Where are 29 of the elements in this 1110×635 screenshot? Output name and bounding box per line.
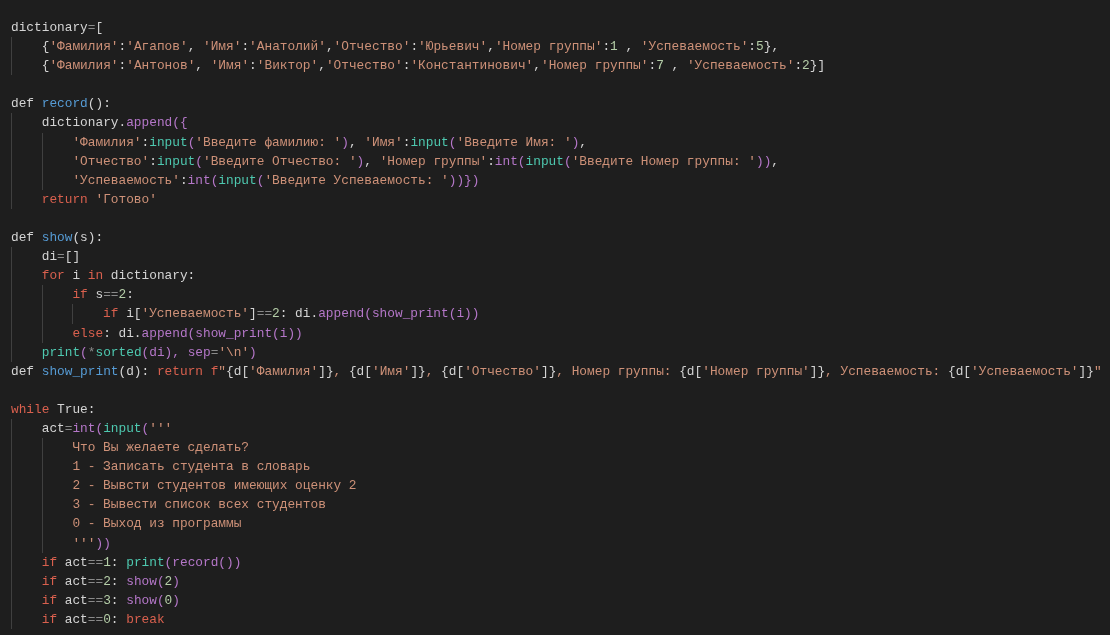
code-line: def record(): [11, 95, 111, 114]
code-line: while True: [11, 400, 96, 419]
code-line: def show_print(d): return f"{d['Фамилия']}, {d['Имя']}, {d['Отчество']}, Номер группы: {d['Номер группы']}, Успеваемость: {d['Успеваемость']}" [11, 362, 1102, 381]
code-line: act=int(input(''' [41, 419, 173, 438]
code-line: di=[] [41, 248, 81, 267]
code-line: if s==2: [72, 286, 134, 305]
code-line: print(*sorted(di), sep='\n') [41, 343, 257, 362]
code-line: def show(s): [11, 229, 104, 248]
code-line: return 'Готово' [41, 190, 157, 209]
code-line: 'Фамилия':input('Введите фамилию: '), 'Имя':input('Введите Имя: '), [72, 133, 588, 152]
code-line: 'Успеваемость':int(input('Введите Успеваемость: '))}) [72, 171, 480, 190]
code-line: dictionary.append({ [41, 114, 188, 133]
code-line: if act==1: print(record()) [41, 553, 242, 572]
code-line: for i in dictionary: [41, 267, 196, 286]
code-line: else: di.append(show_print(i)) [72, 324, 303, 343]
code-line: if act==3: show(0) [41, 591, 180, 610]
code-line: ''')) [72, 534, 111, 553]
code-line: 3 - Вывести список всех студентов [72, 496, 326, 515]
code-line: 'Отчество':input('Введите Отчество: '), 'Номер группы':int(input('Введите Номер группы: ')), [72, 152, 779, 171]
code-line: if act==2: show(2) [41, 572, 180, 591]
code-line: 1 - Записать студента в словарь [72, 458, 311, 477]
code-line: 0 - Выход из программы [72, 515, 242, 534]
code-line: Что Вы желаете сделать? [72, 439, 250, 458]
code-line: if i['Успеваемость']==2: di.append(show_print(i)) [103, 305, 480, 324]
code-line: dictionary=[ [11, 19, 104, 37]
code-line: if act==0: break [41, 610, 165, 629]
code-line: {'Фамилия':'Агапов', 'Имя':'Анатолий','Отчество':'Юрьевич','Номер группы':1 , 'Успеваемость':5}, [41, 38, 780, 57]
code-line: 2 - Вывсти студентов имеющих оценку 2 [72, 477, 357, 496]
code-line: {'Фамилия':'Антонов', 'Имя':'Виктор','Отчество':'Константинович','Номер группы':7 , 'Успеваемость':2}] [41, 57, 826, 76]
